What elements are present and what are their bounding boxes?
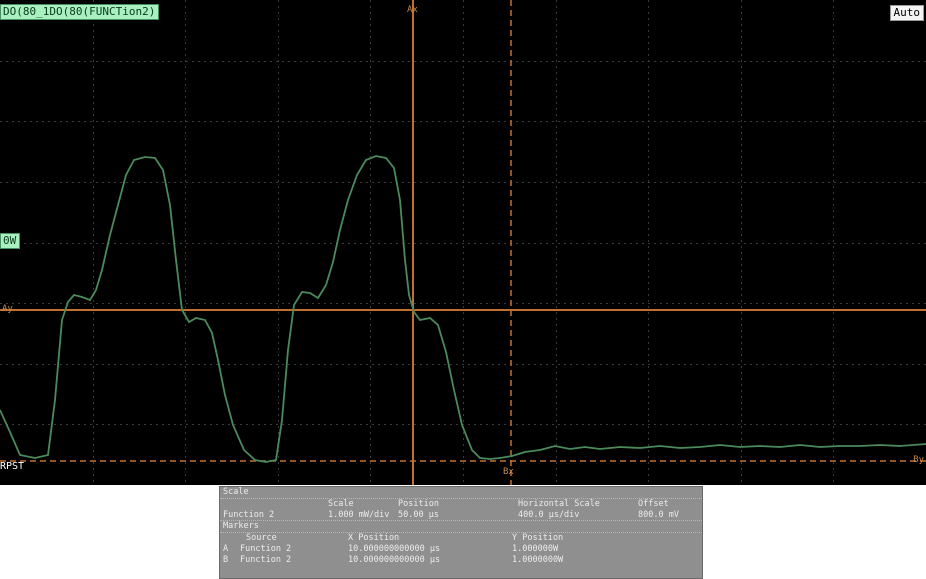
col-scale: Scale (328, 498, 354, 509)
col-y-position: Y Position (512, 533, 564, 544)
marker-b-y: 1.0000000W (512, 554, 564, 565)
marker-a-y: 1.000000W (512, 543, 559, 554)
function-offset: 800.0 mV (638, 509, 679, 520)
function-name: Function 2 (223, 509, 275, 520)
scale-section-header: Scale (220, 487, 702, 499)
col-x-position: X Position (348, 533, 400, 544)
marker-ax-label: Ax (407, 5, 418, 15)
function-scale: 1.000 mW/div (328, 509, 390, 520)
function-horizontal-scale: 400.0 µs/div (518, 509, 580, 520)
marker-a-source: Function 2 (240, 543, 292, 554)
col-source: Source (246, 533, 277, 544)
scale-col-headers: Scale Position Horizontal Scale Offset (220, 499, 702, 510)
waveform-plot (0, 0, 926, 485)
markers-title: Markers (223, 521, 259, 532)
run-status-badge[interactable]: Auto (889, 5, 924, 21)
function-row: Function 2 1.000 mW/div 50.00 µs 400.0 µ… (220, 510, 702, 522)
marker-bx-label: Bx (503, 467, 514, 477)
markers-section-header: Markers (220, 521, 702, 534)
scale-title: Scale (223, 487, 249, 497)
marker-row-b: B Function 2 10.000000000000 µs 1.000000… (220, 555, 702, 566)
marker-by-label: By (913, 455, 924, 465)
col-offset: Offset (638, 498, 669, 509)
channel-scale-label[interactable]: 0W (0, 233, 21, 249)
measurement-panel: Scale Scale Position Horizontal Scale Of… (219, 486, 703, 579)
function-label[interactable]: DO(80_1DO(80(FUNCTion2) (0, 4, 160, 20)
marker-row-a: A Function 2 10.000000000000 µs 1.000000… (220, 544, 702, 555)
marker-b-x: 10.000000000000 µs (348, 554, 441, 565)
marker-col-headers: Source X Position Y Position (220, 533, 702, 544)
marker-ay-label: Ay (2, 304, 13, 314)
rpst-label: RPST (0, 461, 25, 472)
graticule-grid (0, 0, 926, 485)
marker-a-id: A (223, 543, 229, 554)
col-horizontal-scale: Horizontal Scale (518, 498, 600, 509)
marker-b-id: B (223, 554, 229, 565)
oscilloscope-display[interactable]: DO(80_1DO(80(FUNCTion2) Auto 0W RPST Ax … (0, 0, 926, 485)
marker-b-source: Function 2 (240, 554, 292, 565)
marker-a-x: 10.000000000000 µs (348, 543, 441, 554)
col-position: Position (398, 498, 439, 509)
function-position: 50.00 µs (398, 509, 439, 520)
